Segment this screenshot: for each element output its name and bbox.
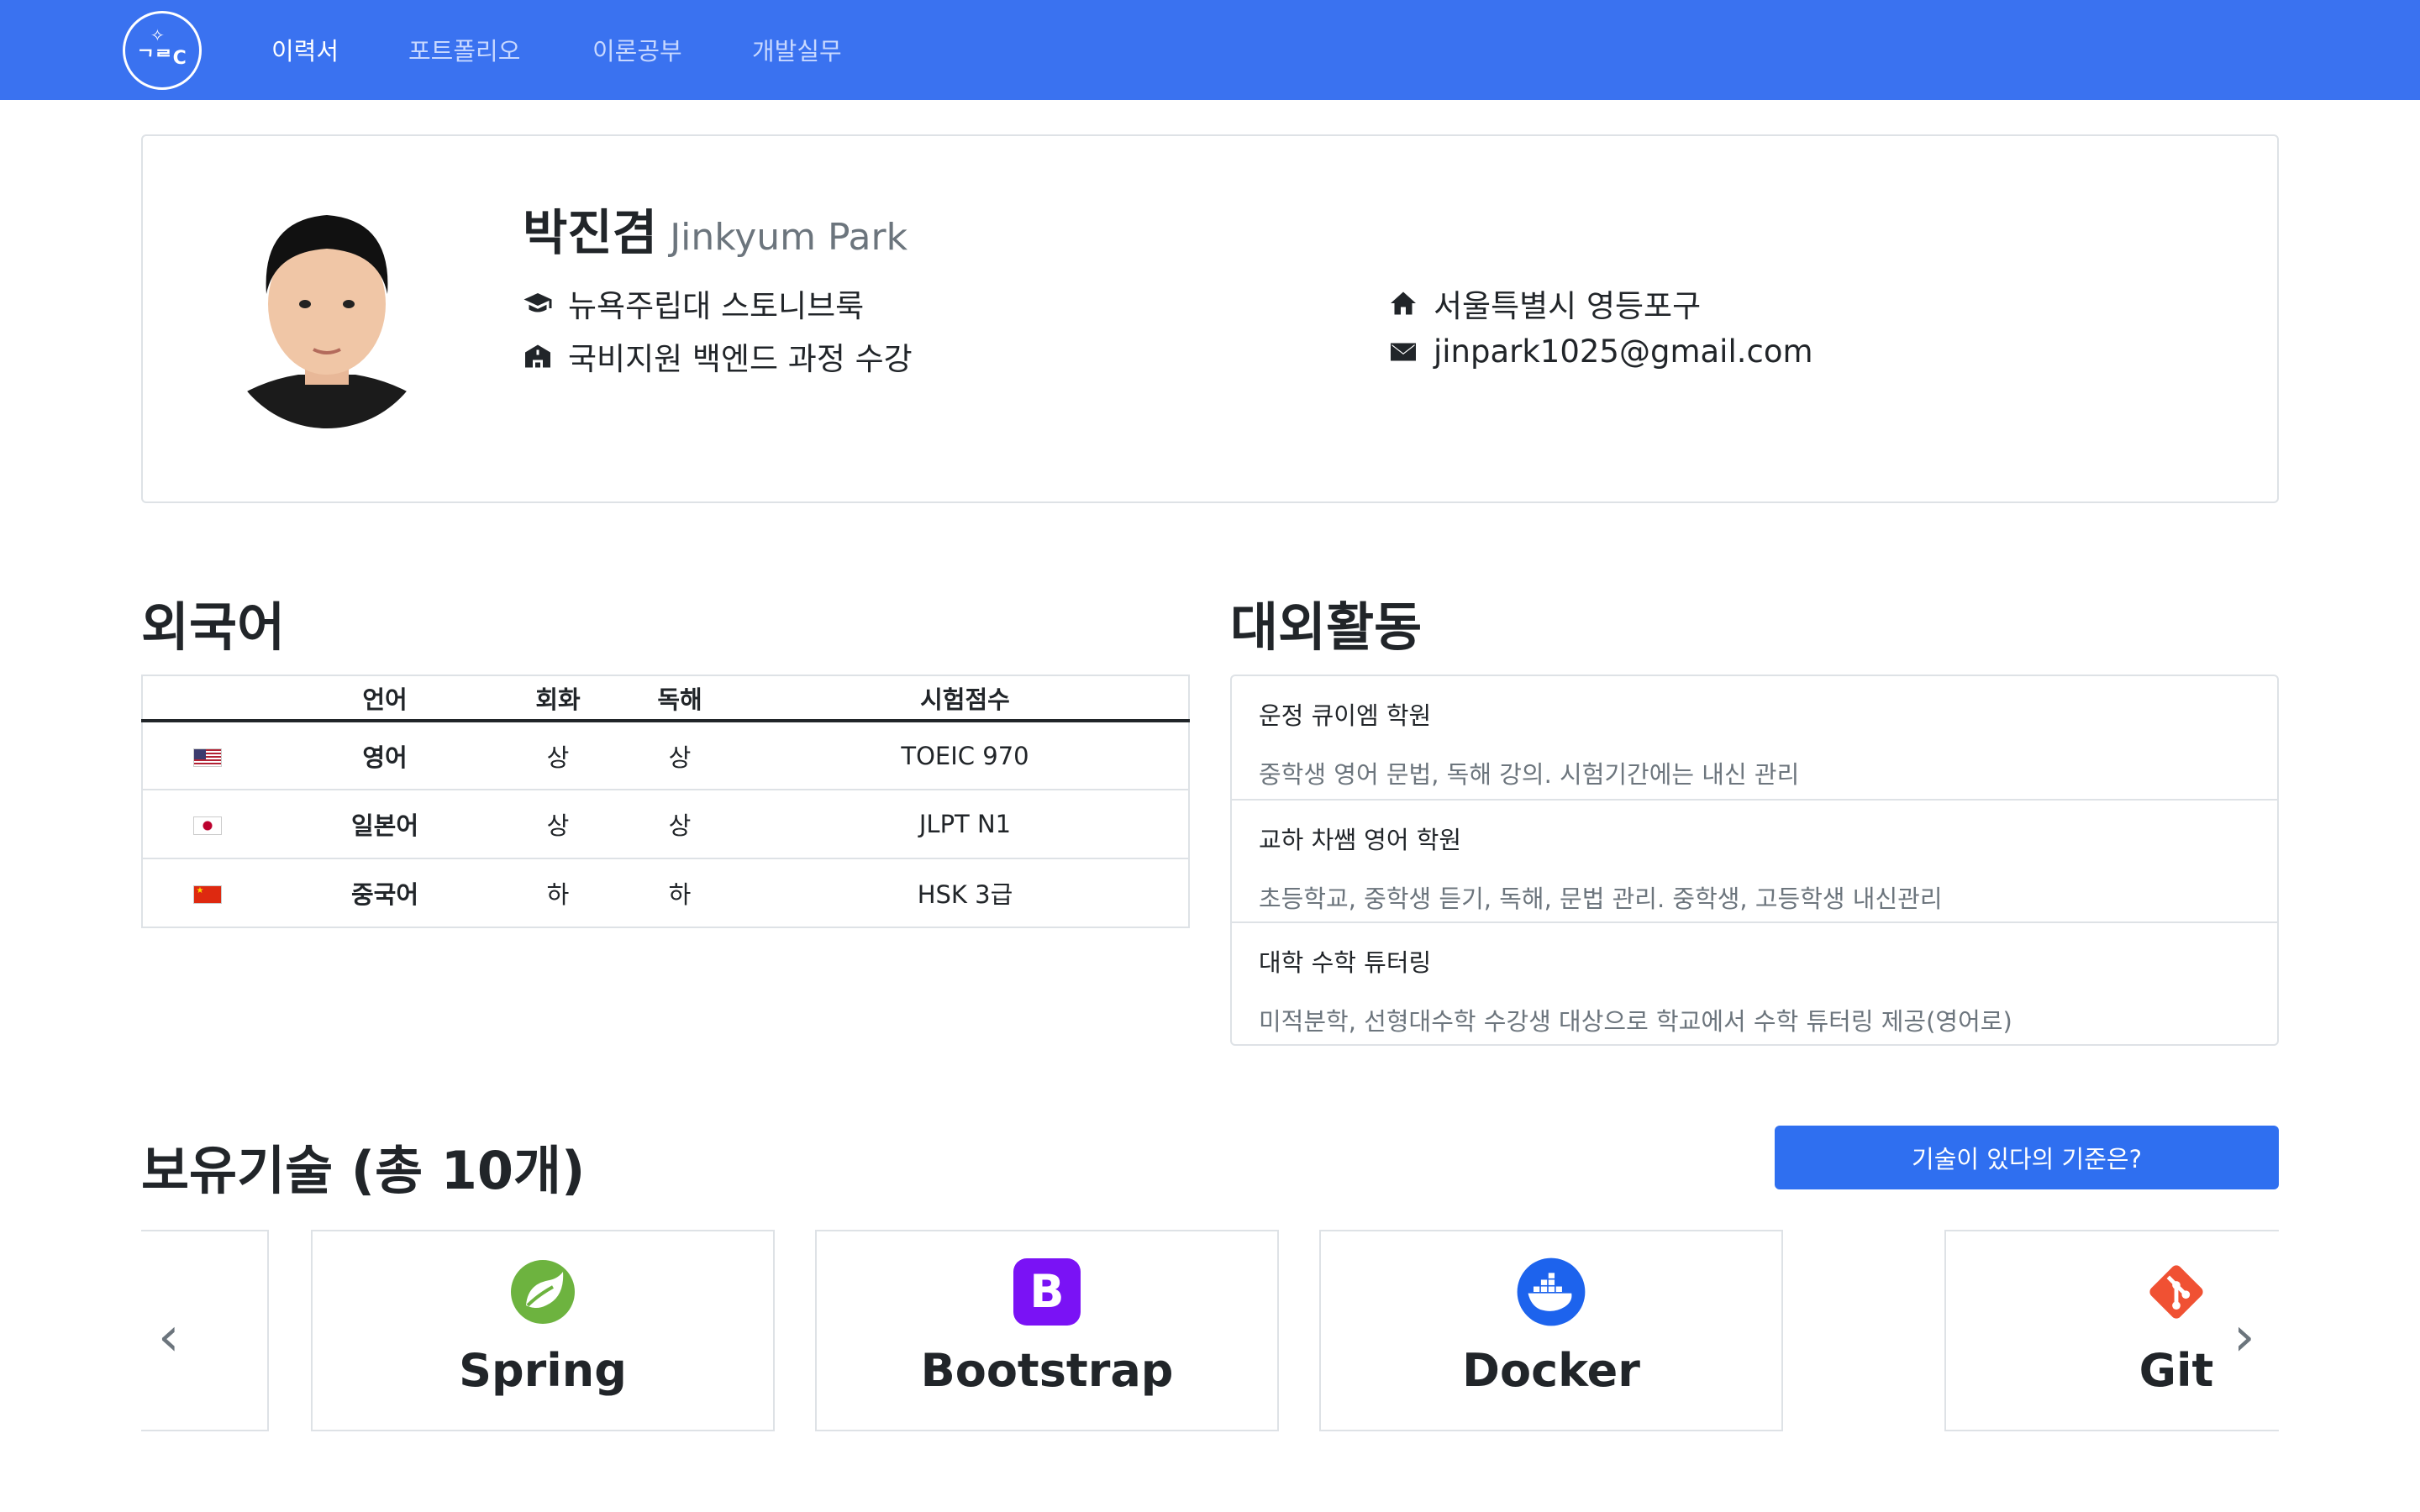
activity-title: 대학 수학 튜터링 xyxy=(1259,948,1432,977)
school-building-icon xyxy=(525,344,550,368)
table-row: ★ 중국어 하 하 HSK 3급 xyxy=(142,858,1189,927)
speaking-level: 하 xyxy=(498,858,618,927)
activity-description: 초등학교, 중학생 듣기, 독해, 문법 관리. 중학생, 고등학생 내신관리 xyxy=(1259,885,1943,913)
language-name: 일본어 xyxy=(271,789,498,858)
nav-link-resume[interactable]: 이력서 xyxy=(271,32,339,67)
us-flag-icon xyxy=(192,748,222,767)
header-reading: 독해 xyxy=(618,675,742,722)
activities-title: 대외활동 xyxy=(1230,596,1423,658)
name-korean: 박진겸 xyxy=(523,204,658,261)
course-text: 국비지원 백엔드 과정 수강 xyxy=(568,341,913,377)
address-text: 서울특별시 영등포구 xyxy=(1434,288,1702,324)
carousel-next-icon[interactable]: › xyxy=(2233,1306,2255,1368)
nav-link-portfolio[interactable]: 포트폴리오 xyxy=(408,32,520,67)
spring-icon xyxy=(508,1257,578,1327)
reading-level: 상 xyxy=(618,789,742,858)
docker-icon xyxy=(1516,1257,1586,1327)
top-navbar: ✧ ᄀᄅC 이력서 포트폴리오 이론공부 개발실무 xyxy=(0,0,2420,100)
speaking-level: 상 xyxy=(498,720,618,790)
language-name: 중국어 xyxy=(271,858,498,927)
email-text[interactable]: jinpark1025@gmail.com xyxy=(1434,333,1813,370)
home-icon xyxy=(1391,291,1416,315)
header-speaking: 회화 xyxy=(498,675,618,722)
list-item: 대학 수학 튜터링 미적분학, 선형대수학 수강생 대상으로 학교에서 수학 튜… xyxy=(1232,921,2277,1044)
carousel-prev-icon[interactable]: ‹ xyxy=(158,1306,180,1368)
logo-rabbit-icon: ✧ xyxy=(150,25,165,45)
header-score: 시험점수 xyxy=(742,675,1189,722)
activity-description: 중학생 영어 문법, 독해 강의. 시험기간에는 내신 관리 xyxy=(1259,760,1800,789)
activities-list: 운정 큐이엠 학원 중학생 영어 문법, 독해 강의. 시험기간에는 내신 관리… xyxy=(1230,675,2279,1046)
profile-card: 박진겸 Jinkyum Park 뉴욕주립대 스토니브룩 국비지원 백엔드 과정… xyxy=(141,134,2279,503)
nav-link-dev-practice[interactable]: 개발실무 xyxy=(752,32,842,67)
reading-level: 상 xyxy=(618,720,742,790)
envelope-icon xyxy=(1391,343,1416,360)
skill-name: Docker xyxy=(1462,1344,1640,1397)
school-text: 뉴욕주립대 스토니브룩 xyxy=(568,288,865,324)
skill-name: Spring xyxy=(459,1344,627,1397)
nav-link-theory[interactable]: 이론공부 xyxy=(592,32,682,67)
reading-level: 하 xyxy=(618,858,742,927)
logo-text: ᄀᄅC xyxy=(137,48,187,69)
list-item: 운정 큐이엠 학원 중학생 영어 문법, 독해 강의. 시험기간에는 내신 관리 xyxy=(1232,676,2277,799)
site-logo[interactable]: ✧ ᄀᄅC xyxy=(123,11,202,90)
languages-table: 언어 회화 독해 시험점수 영어 상 상 TOEIC 970 일본어 상 상 J… xyxy=(141,675,1190,928)
test-score: JLPT N1 xyxy=(742,789,1189,858)
svg-text:B: B xyxy=(1029,1265,1064,1318)
activity-title: 교하 차쌤 영어 학원 xyxy=(1259,826,1462,854)
git-icon xyxy=(2141,1257,2212,1327)
address-row: 서울특별시 영등포구 xyxy=(1388,281,1701,326)
speaking-level: 상 xyxy=(498,789,618,858)
graduation-cap-icon xyxy=(523,293,552,312)
skill-name: Bootstrap xyxy=(920,1344,1174,1397)
bootstrap-icon: B xyxy=(1012,1257,1082,1327)
activity-description: 미적분학, 선형대수학 수강생 대상으로 학교에서 수학 튜터링 제공(영어로) xyxy=(1259,1007,2012,1036)
skill-criteria-button[interactable]: 기술이 있다의 기준은? xyxy=(1775,1126,2279,1189)
skills-title: 보유기술 (총 10개) xyxy=(141,1140,586,1201)
course-row: 국비지원 백엔드 과정 수강 xyxy=(523,333,913,379)
activity-title: 운정 큐이엠 학원 xyxy=(1259,701,1432,730)
skill-card-git: Git xyxy=(1944,1230,2279,1431)
profile-photo xyxy=(223,186,431,428)
test-score: HSK 3급 xyxy=(742,858,1189,927)
skill-name: Git xyxy=(2139,1344,2214,1397)
cn-flag-icon: ★ xyxy=(192,885,222,904)
name-english: Jinkyum Park xyxy=(670,216,908,259)
header-language: 언어 xyxy=(271,675,498,722)
email-row: jinpark1025@gmail.com xyxy=(1388,333,1813,370)
languages-title: 외국어 xyxy=(141,596,286,658)
table-row: 영어 상 상 TOEIC 970 xyxy=(142,720,1189,790)
flag-header xyxy=(142,675,271,722)
language-name: 영어 xyxy=(271,720,498,790)
skill-card-spring: Spring xyxy=(311,1230,775,1431)
jp-flag-icon xyxy=(192,816,222,835)
skill-card-docker: Docker xyxy=(1319,1230,1783,1431)
list-item: 교하 차쌤 영어 학원 초등학교, 중학생 듣기, 독해, 문법 관리. 중학생… xyxy=(1232,799,2277,921)
test-score: TOEIC 970 xyxy=(742,720,1189,790)
table-row: 일본어 상 상 JLPT N1 xyxy=(142,789,1189,858)
skill-card-bootstrap: B Bootstrap xyxy=(815,1230,1279,1431)
profile-name: 박진겸 Jinkyum Park xyxy=(523,193,908,264)
table-header-row: 언어 회화 독해 시험점수 xyxy=(142,675,1189,722)
skills-carousel: Spring B Bootstrap Docker Git xyxy=(141,1230,2279,1431)
school-row: 뉴욕주립대 스토니브룩 xyxy=(523,281,864,326)
